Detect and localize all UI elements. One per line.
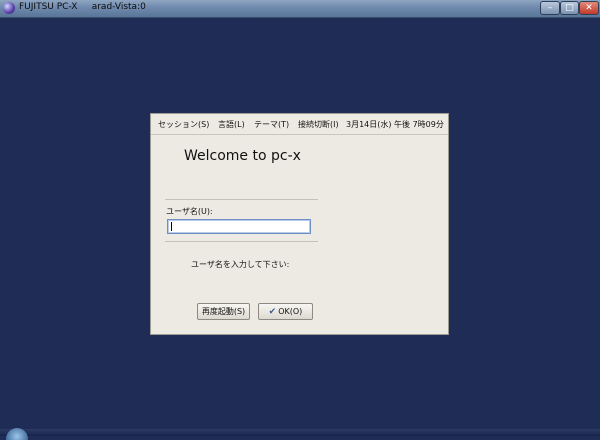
username-prompt: ユーザ名を入力して下さい: xyxy=(191,260,290,269)
clock: 3月14日(水) 午後 7時09分 xyxy=(346,120,444,129)
dialog-menubar: セッション(S) 言語(L) テーマ(T) 接続切断(I) 3月14日(水) 午… xyxy=(151,114,448,135)
username-input[interactable] xyxy=(167,219,311,234)
app-icon xyxy=(3,2,15,14)
welcome-title: Welcome to pc-x xyxy=(184,148,301,164)
window-titlebar[interactable]: FUJITSU PC-X arad-Vista:0 – □ ✕ xyxy=(0,0,600,18)
divider xyxy=(165,199,318,200)
ok-button-label: OK(O) xyxy=(278,307,303,316)
username-label: ユーザ名(U): xyxy=(166,207,213,216)
divider xyxy=(165,241,318,242)
ok-check-icon: ✔ xyxy=(268,307,277,317)
menu-language[interactable]: 言語(L) xyxy=(218,119,245,130)
menu-session[interactable]: セッション(S) xyxy=(158,119,209,130)
taskbar-edge xyxy=(0,429,600,436)
menu-theme[interactable]: テーマ(T) xyxy=(254,119,289,130)
ok-button[interactable]: ✔ OK(O) xyxy=(258,303,313,320)
text-caret xyxy=(171,222,172,231)
close-button[interactable]: ✕ xyxy=(579,1,599,15)
menu-disconnect[interactable]: 接続切断(I) xyxy=(298,119,339,130)
window-title: FUJITSU PC-X arad-Vista:0 xyxy=(19,2,146,12)
restart-button[interactable]: 再度起動(S) xyxy=(197,303,250,320)
minimize-button[interactable]: – xyxy=(540,1,560,15)
login-dialog: セッション(S) 言語(L) テーマ(T) 接続切断(I) 3月14日(水) 午… xyxy=(150,113,449,335)
maximize-button[interactable]: □ xyxy=(560,1,579,15)
